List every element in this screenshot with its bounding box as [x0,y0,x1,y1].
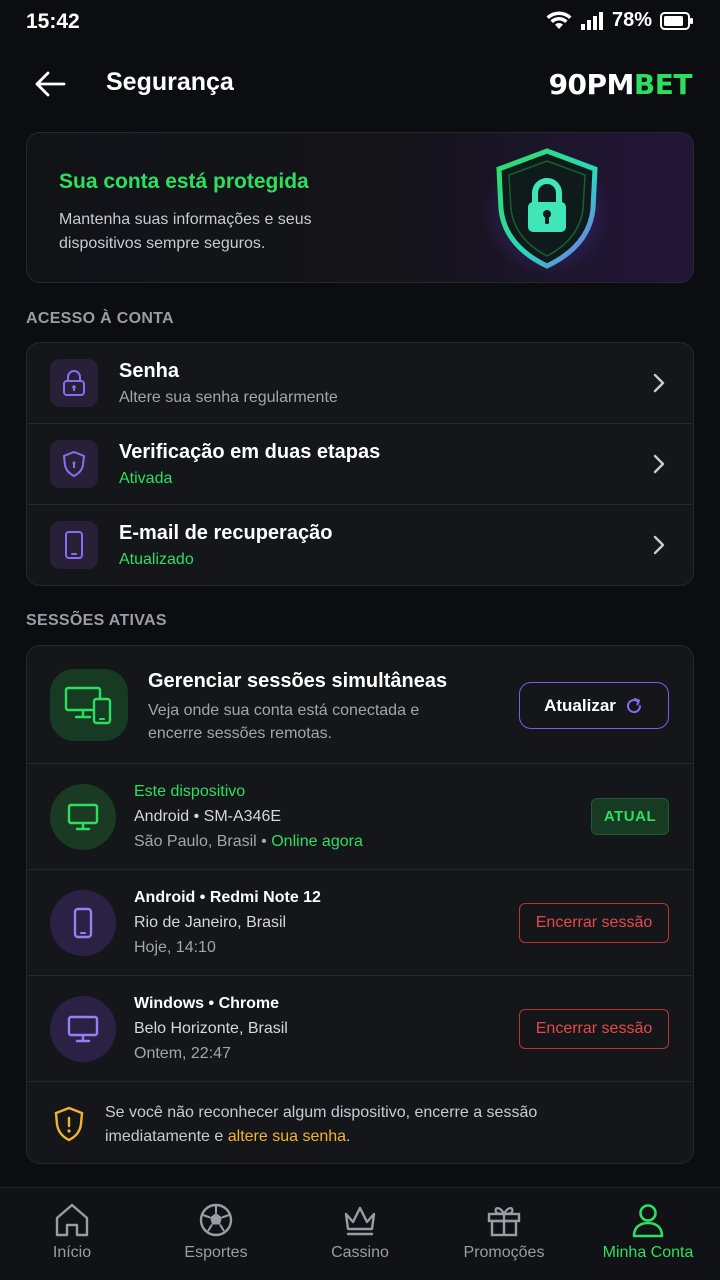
nav-label: Promoções [463,1244,545,1261]
current-badge: ATUAL [591,798,669,835]
back-button[interactable] [28,64,72,104]
logo-part1: 90PM [548,68,635,101]
phone-icon [73,907,93,939]
row-icon-bg [50,440,98,488]
nav-item-my-account[interactable]: Minha Conta [576,1188,720,1280]
device-last-seen: Ontem, 22:47 [134,1045,231,1062]
user-icon [632,1204,664,1238]
end-session-button[interactable]: Encerrar sessão [519,903,669,943]
devices-icon [64,686,112,725]
devices-icon-bg [50,669,128,741]
refresh-button[interactable]: Atualizar [519,682,669,729]
wifi-icon [546,10,572,29]
brand-logo: 90PMBET [548,68,693,101]
row-subtitle: Ativada [119,470,173,487]
chevron-right-icon [653,535,665,555]
phone-icon [65,531,83,559]
nav-label: Cassino [331,1244,389,1261]
row-title: Senha [119,360,180,382]
nav-label: Esportes [184,1244,248,1261]
page-title: Segurança [106,68,234,96]
security-warning: Se você não reconhecer algum dispositivo… [27,1082,693,1163]
sessions-title: Gerenciar sessões simultâneas [148,670,448,692]
shield-lock-illustration-icon [483,148,611,273]
hero-title: Sua conta está protegida [59,170,309,193]
security-hero-card: Sua conta está protegida Mantenha suas i… [26,132,694,283]
home-icon [55,1203,89,1237]
device-icon-bg [50,784,116,850]
lock-icon [63,370,85,396]
nav-label: Início [52,1244,92,1261]
device-location: Belo Horizonte, Brasil [134,1020,288,1037]
section-label-account-access: ACESSO À CONTA [26,310,174,327]
bottom-navigation: Início Esportes Cassino Promoções Minha … [0,1187,720,1280]
desktop-icon [67,803,99,831]
session-item: Android • Redmi Note 12 Rio de Janeiro, … [27,870,693,976]
end-session-button[interactable]: Encerrar sessão [519,1009,669,1049]
active-sessions-card: Gerenciar sessões simultâneas Veja onde … [26,645,694,1164]
device-name: Windows • Chrome [134,995,280,1012]
nav-item-home[interactable]: Início [0,1188,144,1280]
location-text: São Paulo, Brasil [134,833,257,850]
status-indicators: 78% [546,9,694,32]
row-icon-bg [50,359,98,407]
device-last-seen: Hoje, 14:10 [134,939,216,956]
refresh-icon [626,697,641,713]
status-bar: 15:42 78% [0,0,720,44]
device-name: Android • SM-A346E [134,808,282,825]
crown-icon [344,1206,376,1236]
desktop-icon [67,1015,99,1043]
current-device-tag: Este dispositivo [134,783,246,800]
session-current-device: Este dispositivo Android • SM-A346E São … [27,764,693,870]
sessions-description: Veja onde sua conta está conectada e enc… [148,702,420,742]
logo-part2: BET [633,68,693,101]
separator: • [256,833,272,850]
app-header: Segurança 90PMBET [0,56,720,112]
arrow-left-icon [35,71,66,97]
row-title: Verificação em duas etapas [119,441,381,463]
signal-icon [580,11,603,30]
chevron-right-icon [653,373,665,393]
device-location: São Paulo, Brasil • Online agora [134,833,363,851]
nav-item-sports[interactable]: Esportes [144,1188,288,1280]
refresh-label: Atualizar [544,695,616,715]
online-status: Online agora [271,833,363,850]
change-password-link[interactable]: altere sua senha [228,1128,346,1145]
nav-item-casino[interactable]: Cassino [288,1188,432,1280]
soccer-ball-icon [199,1203,233,1237]
hero-text: Mantenha suas informações e seus disposi… [59,211,312,252]
nav-item-promotions[interactable]: Promoções [432,1188,576,1280]
warning-shield-icon [54,1106,84,1142]
row-subtitle: Atualizado [119,551,194,568]
shield-lock-icon [62,450,86,478]
battery-percent: 78% [611,9,652,31]
device-icon-bg [50,890,116,956]
warning-text: Se você não reconhecer algum dispositivo… [105,1101,625,1149]
section-label-active-sessions: SESSÕES ATIVAS [26,612,167,629]
row-icon-bg [50,521,98,569]
battery-icon [660,11,693,30]
row-subtitle: Altere sua senha regularmente [119,389,338,406]
device-icon-bg [50,996,116,1062]
nav-label: Minha Conta [602,1244,694,1261]
device-location: Rio de Janeiro, Brasil [134,914,287,931]
gift-icon [487,1207,521,1237]
device-name: Android • Redmi Note 12 [134,889,321,906]
warning-end: . [346,1128,351,1145]
row-title: E-mail de recuperação [119,522,333,544]
row-password[interactable]: Senha Altere sua senha regularmente [27,343,693,424]
chevron-right-icon [653,454,665,474]
row-recovery-email[interactable]: E-mail de recuperação Atualizado [27,505,693,585]
status-time: 15:42 [26,10,80,33]
session-item: Windows • Chrome Belo Horizonte, Brasil … [27,976,693,1082]
account-access-card: Senha Altere sua senha regularmente Veri… [26,342,694,586]
sessions-header: Gerenciar sessões simultâneas Veja onde … [27,646,693,764]
row-two-factor[interactable]: Verificação em duas etapas Ativada [27,424,693,505]
